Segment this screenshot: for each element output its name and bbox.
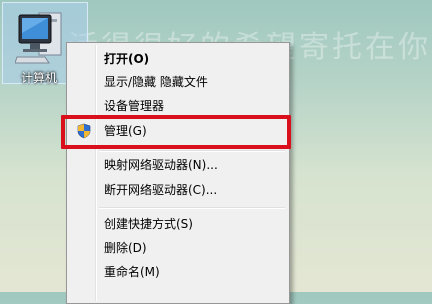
menu-item-delete[interactable]: 删除(D) <box>69 237 287 259</box>
menu-separator <box>99 150 285 152</box>
context-menu: 打开(O) 显示/隐藏 隐藏文件 设备管理器 管理(G) 映射网络驱动器(N).… <box>66 42 290 304</box>
menu-item-show-hide-hidden-files[interactable]: 显示/隐藏 隐藏文件 <box>69 71 287 93</box>
computer-icon-label: 计算机 <box>21 71 58 85</box>
menu-item-device-manager[interactable]: 设备管理器 <box>69 95 287 117</box>
menu-item-label: 创建快捷方式(S) <box>104 217 193 231</box>
menu-item-disconnect-network-drive[interactable]: 断开网络驱动器(C)... <box>69 179 287 201</box>
menu-separator <box>99 207 285 209</box>
menu-item-label: 设备管理器 <box>104 99 165 113</box>
menu-item-label: 显示/隐藏 隐藏文件 <box>104 75 208 89</box>
menu-item-map-network-drive[interactable]: 映射网络驱动器(N)... <box>69 154 287 176</box>
menu-item-open[interactable]: 打开(O) <box>69 48 287 70</box>
menu-item-create-shortcut[interactable]: 创建快捷方式(S) <box>69 213 287 235</box>
menu-item-label: 重命名(M) <box>104 265 160 279</box>
menu-item-label: 打开(O) <box>104 52 150 66</box>
menu-item-label: 断开网络驱动器(C)... <box>104 183 218 197</box>
manage-highlight-box <box>61 115 291 149</box>
menu-item-label: 删除(D) <box>104 241 147 255</box>
menu-item-label: 映射网络驱动器(N)... <box>104 158 218 172</box>
menu-item-rename[interactable]: 重命名(M) <box>69 261 287 283</box>
